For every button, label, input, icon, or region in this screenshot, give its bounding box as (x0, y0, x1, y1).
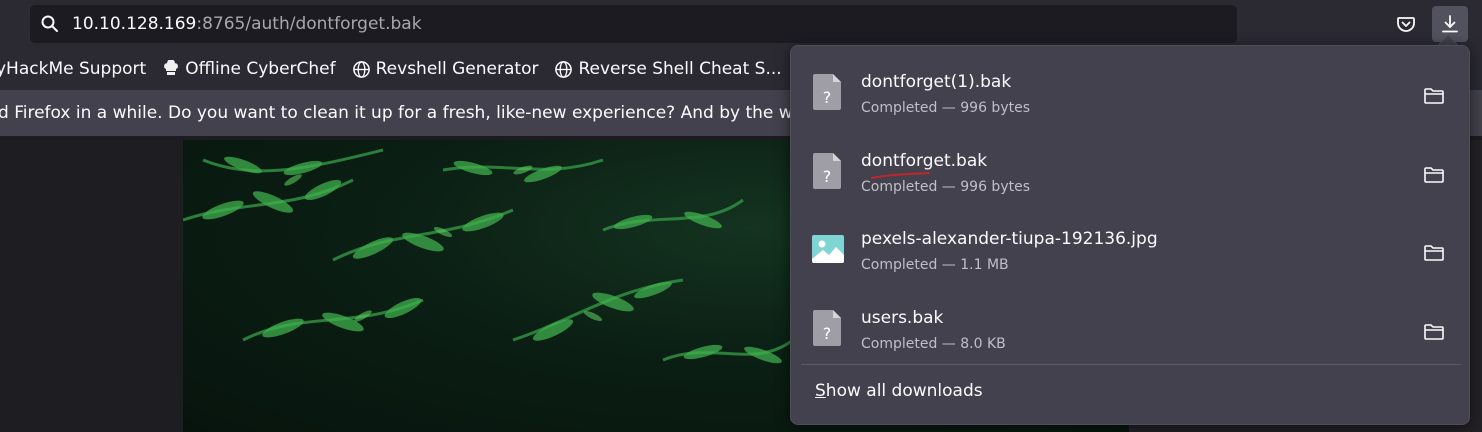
bookmark-revshell-generator[interactable]: Revshell Generator (352, 59, 539, 79)
show-all-label: how all downloads (825, 381, 983, 401)
download-arrow-icon (1442, 15, 1458, 33)
bookmark-label: Reverse Shell Cheat S... (578, 59, 782, 79)
bookmark-label: Revshell Generator (375, 59, 539, 79)
download-item[interactable]: ? dontforget.bak Completed — 996 bytes (799, 131, 1461, 205)
pocket-button[interactable] (1390, 8, 1422, 40)
pocket-icon (1397, 17, 1415, 32)
url-path: :8765/auth/dontforget.bak (196, 14, 422, 34)
unknown-file-icon: ? (813, 310, 841, 346)
page-margin (0, 140, 183, 432)
url-text[interactable]: 10.10.128.169:8765/auth/dontforget.bak (72, 14, 422, 34)
globe-icon (555, 60, 573, 78)
svg-text:?: ? (823, 88, 832, 107)
folder-icon[interactable] (1423, 322, 1445, 342)
svg-text:?: ? (823, 324, 832, 343)
download-filename: pexels-alexander-tiupa-192136.jpg (861, 229, 1158, 249)
svg-text:?: ? (823, 167, 832, 186)
nav-toolbar: 10.10.128.169:8765/auth/dontforget.bak (0, 0, 1482, 48)
downloads-panel: ? dontforget(1).bak Completed — 996 byte… (790, 45, 1470, 425)
annotation-underline (871, 172, 930, 179)
bookmark-label: yHackMe Support (0, 59, 147, 79)
download-filename: users.bak (861, 308, 944, 328)
globe-icon (352, 60, 370, 78)
bookmark-reverse-shell-cheat-sheet[interactable]: Reverse Shell Cheat S... (554, 59, 782, 79)
download-status: Completed — 8.0 KB (861, 336, 1006, 352)
download-item[interactable]: ? dontforget(1).bak Completed — 996 byte… (799, 52, 1461, 126)
search-icon (41, 15, 58, 32)
folder-icon[interactable] (1423, 243, 1445, 263)
access-key: S (815, 381, 826, 401)
bookmark-cyberchef[interactable]: Offline CyberChef (162, 59, 336, 79)
folder-icon[interactable] (1423, 86, 1445, 106)
panel-divider (801, 364, 1461, 365)
download-status: Completed — 996 bytes (861, 100, 1030, 116)
image-file-icon (812, 235, 844, 263)
bookmark-label: Offline CyberChef (185, 59, 336, 79)
download-item[interactable]: pexels-alexander-tiupa-192136.jpg Comple… (799, 209, 1461, 283)
download-filename: dontforget.bak (861, 151, 988, 171)
unknown-file-icon: ? (813, 153, 841, 189)
show-all-downloads-button[interactable]: Show all downloads (815, 381, 983, 401)
unknown-file-icon: ? (813, 74, 841, 110)
download-item[interactable]: ? users.bak Completed — 8.0 KB (799, 288, 1461, 362)
chef-hat-icon (164, 60, 179, 75)
address-bar[interactable]: 10.10.128.169:8765/auth/dontforget.bak (30, 5, 1237, 43)
download-status: Completed — 996 bytes (861, 179, 1030, 195)
bookmark-thm-support[interactable]: yHackMe Support (0, 59, 146, 79)
download-status: Completed — 1.1 MB (861, 257, 1009, 273)
download-filename: dontforget(1).bak (861, 72, 1012, 92)
notification-text: d Firefox in a while. Do you want to cle… (0, 103, 819, 123)
url-host: 10.10.128.169 (72, 14, 197, 34)
folder-icon[interactable] (1423, 165, 1445, 185)
